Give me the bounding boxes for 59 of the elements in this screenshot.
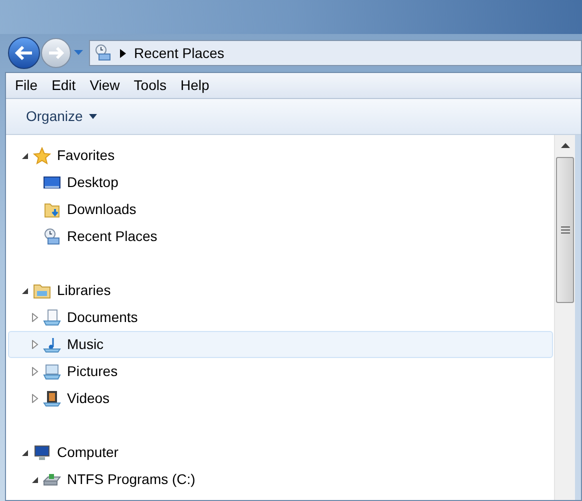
computer-icon [33, 444, 51, 462]
library-folder-icon [33, 282, 51, 300]
grip-icon [560, 226, 570, 234]
menu-item[interactable]: Tools [126, 75, 174, 96]
left-arrow-icon [15, 46, 33, 60]
music-note-icon [43, 336, 61, 354]
organize-button[interactable]: Organize [18, 106, 105, 127]
tree-item[interactable]: Computer [8, 439, 553, 466]
tree-item[interactable]: Recent Places [8, 223, 553, 250]
right-arrow-icon [48, 47, 64, 59]
breadcrumb[interactable]: Recent Places [134, 42, 224, 64]
tree-item[interactable]: Downloads [8, 196, 553, 223]
tree-item-label: Favorites [57, 146, 115, 165]
caret-icon [74, 50, 82, 56]
back-button[interactable] [8, 37, 40, 69]
collapsed-arrow-icon[interactable] [31, 313, 39, 322]
scrollbar-thumb[interactable] [556, 157, 574, 303]
scrollbar[interactable] [554, 135, 575, 500]
tree-item[interactable]: Libraries [8, 277, 553, 304]
star-icon [33, 146, 51, 164]
tree-item-label: Libraries [57, 281, 111, 300]
tree-item[interactable]: Pictures [8, 358, 553, 385]
picture-icon [43, 362, 61, 380]
address-bar[interactable]: Recent Places [89, 40, 582, 66]
clock-computer-icon [94, 44, 112, 62]
tree-item[interactable]: Desktop [8, 169, 553, 196]
tree-item-label: Downloads [67, 200, 136, 219]
tree-item-label: Pictures [67, 362, 118, 381]
menu-item[interactable]: Help [173, 75, 216, 96]
menu-item[interactable]: View [82, 75, 127, 96]
folder-arrow-icon [43, 200, 61, 218]
tree-item-label: Desktop [67, 173, 118, 192]
menu-item[interactable]: File [8, 75, 45, 96]
collapsed-arrow-icon[interactable] [31, 394, 39, 403]
scroll-up-arrow-icon[interactable] [560, 143, 570, 148]
document-icon [43, 308, 61, 326]
caret-icon [88, 114, 97, 119]
tree-item[interactable]: Music [8, 331, 553, 358]
tree-item-label: Documents [67, 308, 138, 327]
tree-item-label: Recent Places [67, 227, 158, 246]
menu-item[interactable]: Edit [44, 75, 83, 96]
breadcrumb-arrow-icon[interactable] [120, 48, 126, 58]
collapsed-arrow-icon[interactable] [31, 340, 39, 349]
tree-item-label: Music [67, 335, 104, 354]
expanded-arrow-icon[interactable] [21, 448, 29, 456]
tree-item[interactable]: Documents [8, 304, 553, 331]
expanded-arrow-icon[interactable] [31, 476, 39, 484]
tree-item-label: Computer [57, 443, 118, 462]
collapsed-arrow-icon[interactable] [31, 367, 39, 376]
tree-item-label: NTFS Programs (C:) [67, 470, 196, 489]
tree-item-label: Videos [67, 389, 110, 408]
tree-item[interactable]: Videos [8, 385, 553, 412]
monitor-icon [43, 174, 61, 192]
expanded-arrow-icon[interactable] [21, 152, 29, 160]
tree-item[interactable]: NTFS Programs (C:) [8, 466, 553, 493]
expanded-arrow-icon[interactable] [21, 286, 29, 294]
clock-computer-icon [43, 228, 61, 246]
film-icon [43, 390, 61, 408]
tree-item[interactable]: Favorites [8, 142, 553, 169]
